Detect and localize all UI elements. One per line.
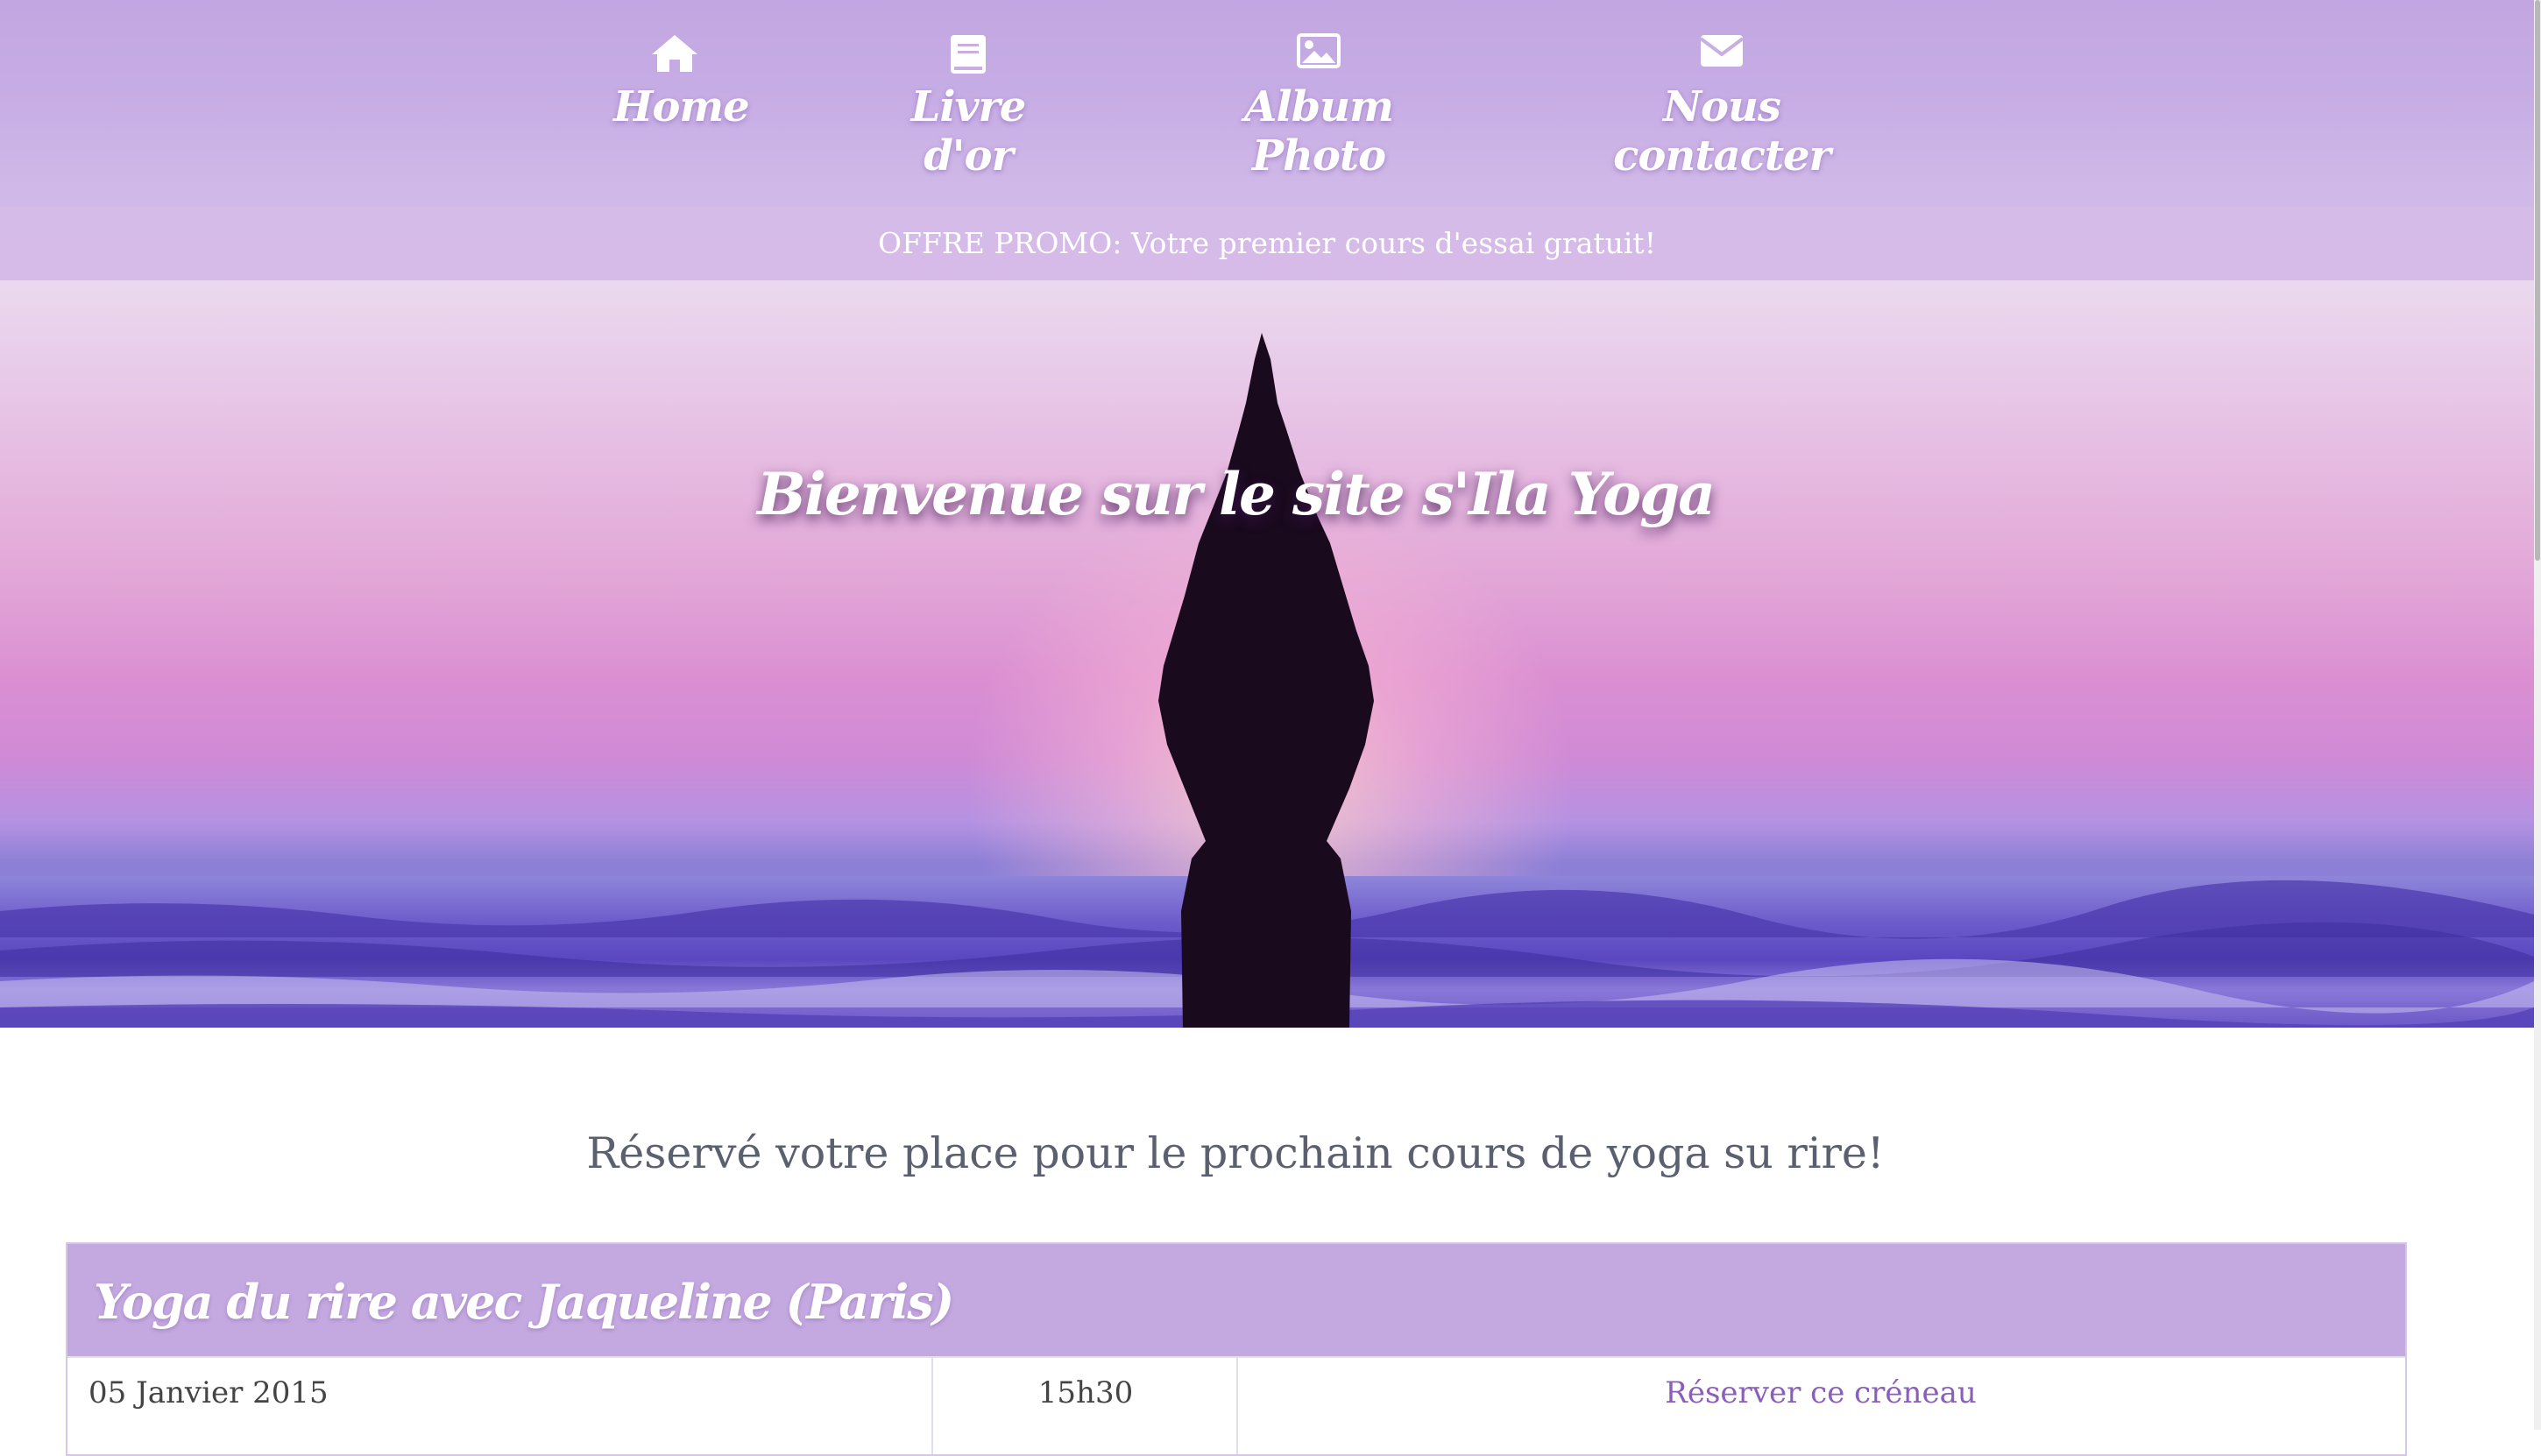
book-icon <box>876 33 1060 79</box>
nav-item-album-photo[interactable]: Album Photo <box>1196 33 1441 180</box>
nav-item-nous-contacter[interactable]: Nous contacter <box>1590 33 1853 180</box>
home-icon <box>613 33 736 79</box>
table-row: 05 Janvier 2015 15h30 Réserver ce crénea… <box>67 1356 2405 1454</box>
nav-label-nous-contacter: Nous contacter <box>1613 82 1831 180</box>
hero-title: Bienvenue sur le site s'Ila Yoga <box>756 460 1716 528</box>
promo-banner: OFFRE PROMO: Votre premier cours d'essai… <box>0 207 2534 280</box>
schedule-card-header: Yoga du rire avec Jaqueline (Paris) <box>67 1244 2405 1356</box>
nav-label-livre-dor: Livre d'or <box>910 82 1027 180</box>
section-title: Réservé votre place pour le prochain cou… <box>586 1128 1885 1178</box>
session-date: 05 Janvier 2015 <box>67 1358 933 1454</box>
reserve-slot-link[interactable]: Réserver ce créneau <box>1238 1358 2403 1454</box>
session-time: 15h30 <box>935 1358 1238 1454</box>
nav-label-album-photo: Album Photo <box>1244 82 1394 180</box>
nav-label-home: Home <box>613 82 750 131</box>
nav-item-home[interactable]: Home <box>613 33 750 131</box>
scrollbar-thumb[interactable] <box>2535 0 2540 561</box>
top-navigation: Home Livre d'or Album Photo Nous contact… <box>0 0 2534 207</box>
image-icon <box>1196 33 1441 79</box>
page-scrollbar[interactable] <box>2534 0 2541 1430</box>
yoga-silhouette <box>1158 333 1374 1028</box>
schedule-card: Yoga du rire avec Jaqueline (Paris) 05 J… <box>66 1242 2407 1456</box>
nav-item-livre-dor[interactable]: Livre d'or <box>876 33 1060 180</box>
envelope-icon <box>1590 33 1853 79</box>
